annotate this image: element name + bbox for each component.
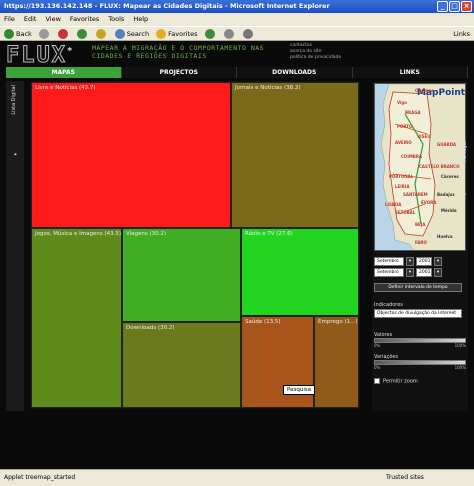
treemap-cell[interactable]: Viagens (30.2) (122, 228, 241, 322)
portugal-map[interactable]: MapPoint Ourense Vigo BRAGA PORTO AVEIRO… (374, 83, 466, 251)
stop-icon[interactable] (57, 28, 68, 39)
map-label: Ourense (415, 88, 434, 93)
start-month-arrow[interactable]: ▾ (406, 257, 414, 266)
end-year-arrow[interactable]: ▾ (434, 268, 442, 277)
mail-icon[interactable] (223, 28, 234, 39)
right-panel: MapPoint Ourense Vigo BRAGA PORTO AVEIRO… (372, 81, 468, 411)
history-icon[interactable] (204, 28, 215, 39)
treemap-cell[interactable]: Jogos, Música e Imagens (43.5) (31, 228, 122, 408)
end-year-select[interactable]: 2001 (416, 268, 432, 277)
refresh-icon[interactable] (76, 28, 87, 39)
menu-favorites[interactable]: Favorites (70, 13, 99, 26)
slider1-min: 0% (374, 343, 381, 348)
map-label: PORTUGAL (389, 174, 414, 179)
map-label: PORTO (397, 124, 413, 129)
apply-date-button[interactable]: Definir intervalo de tempo (374, 283, 462, 292)
treemap-cell[interactable]: Emprego (1...) (314, 316, 359, 408)
menu-view[interactable]: View (45, 13, 60, 26)
map-label: Huelva (437, 234, 453, 239)
flux-logo[interactable]: FLUX* (6, 43, 74, 69)
treemap-cell[interactable]: Jornais e Notícias (38.2) (231, 82, 359, 228)
close-button[interactable]: × (461, 1, 472, 12)
window-title: https://193.136.142.148 - FLUX: Mapear a… (4, 2, 330, 10)
left-tab-label: Lista Digital (11, 85, 17, 115)
home-icon[interactable] (95, 28, 106, 39)
zoom-checkbox[interactable] (374, 378, 380, 384)
status-bar: Applet treemap_started Trusted sites (0, 469, 474, 486)
right-tab-label[interactable]: Portugal (462, 141, 468, 162)
menu-bar: File Edit View Favorites Tools Help (0, 13, 474, 26)
left-side-tab[interactable]: Lista Digital ▸ (6, 81, 24, 411)
star-icon (156, 28, 167, 39)
nav-projectos[interactable]: PROJECTOS (121, 67, 237, 78)
treemap-cell[interactable]: Downloads (30.2) (122, 322, 241, 408)
end-month-select[interactable]: Setembro (374, 268, 404, 277)
start-month-select[interactable]: Setembro (374, 257, 404, 266)
map-label: AVEIRO (395, 140, 412, 145)
start-year-arrow[interactable]: ▾ (434, 257, 442, 266)
status-text: Applet treemap_started (4, 474, 76, 481)
right-tab-toggle-icon[interactable]: ◂ (462, 191, 468, 197)
start-year-select[interactable]: 2001 (416, 257, 432, 266)
nav-downloads[interactable]: DOWNLOADS (237, 67, 353, 78)
treemap-cell[interactable]: Livre e Notícias (42.7) (31, 82, 231, 228)
forward-arrow-icon[interactable] (38, 28, 49, 39)
map-label: SANTARÉM (403, 192, 428, 197)
map-label: CASTELO BRANCO (419, 164, 460, 169)
slider2-min: 0% (374, 365, 381, 370)
map-label: VISEU (417, 134, 431, 139)
map-label: LISBOA (385, 202, 402, 207)
slider2-max: 100% (454, 365, 466, 370)
map-label: SETÚBAL (395, 210, 416, 215)
top-links: contactos acerca do site política de pri… (290, 43, 341, 61)
slider1-max: 100% (454, 343, 466, 348)
date-controls: Setembro ▾ 2001 ▾ Setembro ▾ 2001 ▾ Defi… (374, 257, 466, 385)
nav-mapas[interactable]: MAPAS (6, 67, 122, 78)
map-label: ÉVORA (421, 200, 437, 205)
menu-help[interactable]: Help (133, 13, 148, 26)
menu-file[interactable]: File (4, 13, 15, 26)
back-arrow-icon (4, 28, 14, 39)
window-titlebar: https://193.136.142.148 - FLUX: Mapear a… (0, 0, 474, 13)
search-icon (114, 28, 125, 39)
minimize-button[interactable]: _ (437, 1, 448, 12)
back-button[interactable]: Back (4, 27, 32, 41)
favorites-button[interactable]: Favorites (156, 27, 198, 41)
links-button[interactable]: Links (453, 27, 470, 41)
main-nav: MAPAS PROJECTOS DOWNLOADS LINKS (6, 67, 468, 78)
treemap[interactable]: Livre e Notícias (42.7) Jornais e Notíci… (30, 81, 360, 409)
map-label: BEJA (415, 222, 426, 227)
search-button[interactable]: Search (114, 27, 149, 41)
map-label: GUARDA (437, 142, 456, 147)
menu-tools[interactable]: Tools (108, 13, 124, 26)
page-content: FLUX* MAPEAR A MIGRAÇÃO E O COMPORTAMENT… (0, 41, 474, 469)
map-label: BRAGA (405, 110, 421, 115)
treemap-cell[interactable]: Rádio e TV (27.6) (241, 228, 359, 316)
map-label: LEIRIA (395, 184, 410, 189)
map-label: Vigo (397, 100, 408, 105)
map-label: COIMBRA (401, 154, 423, 159)
indicator-select[interactable]: Objectos de divulgação da Internet (374, 309, 462, 318)
maximize-button[interactable]: □ (449, 1, 460, 12)
map-label: FARO (415, 240, 427, 245)
end-month-arrow[interactable]: ▾ (406, 268, 414, 277)
map-label: Mérida (441, 208, 457, 213)
privacy-link[interactable]: política de privacidade (290, 55, 341, 61)
map-label: Cáceres (441, 174, 459, 179)
security-zone: Trusted sites (386, 474, 424, 481)
nav-links[interactable]: LINKS (352, 67, 468, 78)
map-label: Badajoz (437, 192, 455, 197)
zoom-checkbox-label: Permitir zoom (383, 378, 418, 385)
menu-edit[interactable]: Edit (24, 13, 37, 26)
treemap-hover-tooltip: Pesquisa (283, 385, 316, 395)
site-tagline: MAPEAR A MIGRAÇÃO E O COMPORTAMENTO NAS … (92, 44, 265, 60)
browser-toolbar: Back Search Favorites Links (0, 26, 474, 41)
print-icon[interactable] (242, 28, 253, 39)
indicator-label: Indicadores (374, 302, 403, 308)
left-tab-toggle-icon: ▸ (12, 151, 18, 157)
